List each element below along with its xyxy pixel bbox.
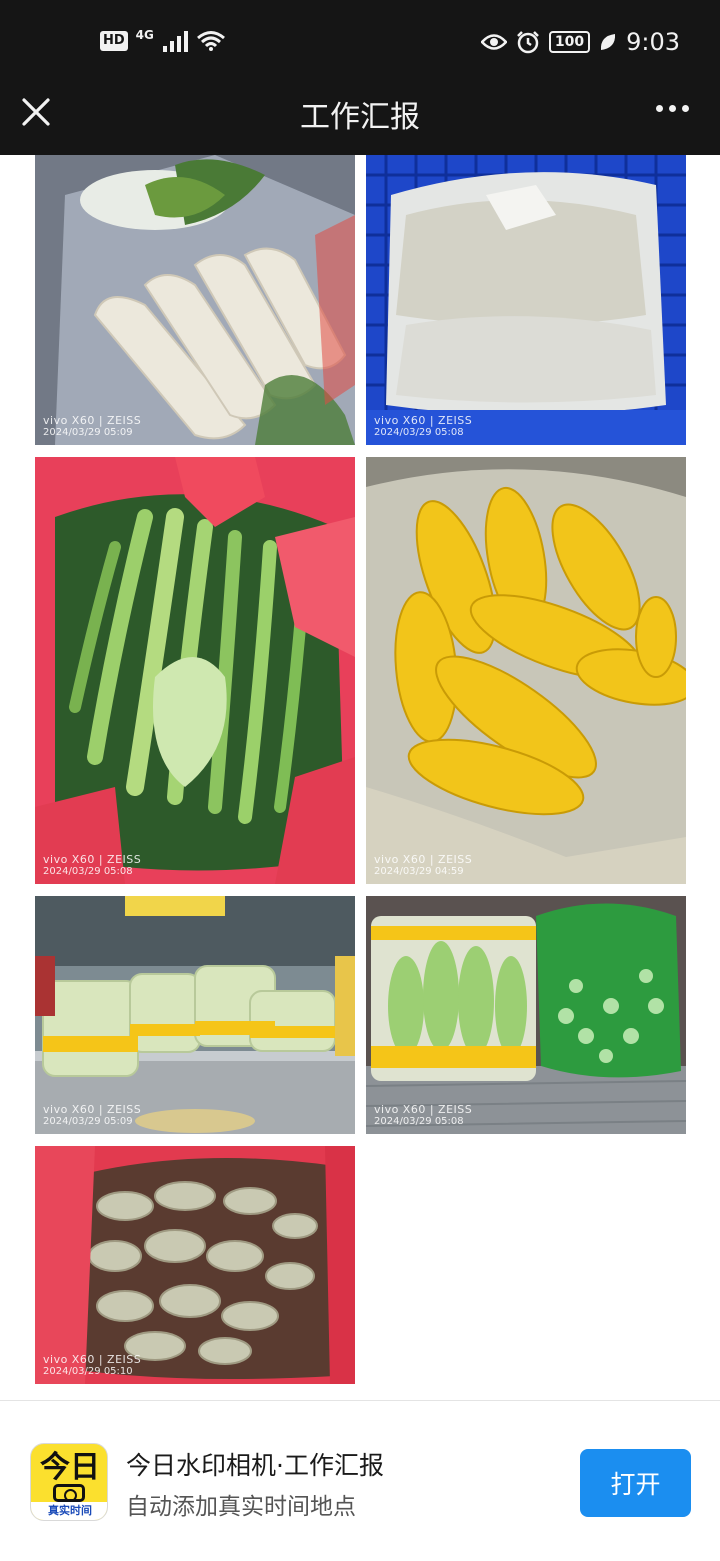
hd-badge: HD — [100, 31, 128, 51]
photo-crate[interactable]: vivo X60 | ZEISS 2024/03/29 05:08 — [366, 155, 686, 445]
watermark-date: 2024/03/29 05:08 — [374, 427, 464, 438]
watermark: vivo X60 | ZEISS 2024/03/29 05:09 — [43, 1104, 141, 1128]
app-icon[interactable]: 今日 真实时间 — [30, 1443, 108, 1521]
watermark: vivo X60 | ZEISS 2024/03/29 04:59 — [374, 854, 472, 878]
crate-image — [366, 155, 686, 445]
photo-grid: vivo X60 | ZEISS 2024/03/29 05:09 vivo X… — [0, 155, 720, 1400]
watermark: vivo X60 | ZEISS 2024/03/29 05:08 — [374, 1104, 472, 1128]
photo-celery[interactable]: vivo X60 | ZEISS 2024/03/29 05:08 — [35, 457, 355, 884]
status-right: 100 9:03 — [480, 26, 680, 58]
more-dot — [668, 104, 676, 112]
app-name: 今日水印相机·工作汇报 — [126, 1451, 384, 1480]
radish-image — [35, 155, 355, 445]
more-icon[interactable] — [654, 98, 690, 118]
app-description: 自动添加真实时间地点 — [126, 1494, 356, 1520]
watermark-camera: vivo X60 | ZEISS — [374, 853, 473, 866]
watermark: vivo X60 | ZEISS 2024/03/29 05:08 — [43, 854, 141, 878]
app-icon-strip: 真实时间 — [31, 1502, 107, 1520]
watermark-date: 2024/03/29 05:09 — [43, 427, 133, 438]
watermark-date: 2024/03/29 05:08 — [43, 866, 133, 877]
signal-icon — [162, 31, 188, 52]
more-dot — [655, 104, 663, 112]
page-title: 工作汇报 — [300, 100, 420, 135]
cabbage-image — [35, 896, 355, 1134]
photo-bok-choy[interactable]: vivo X60 | ZEISS 2024/03/29 05:08 — [366, 896, 686, 1134]
watermark-camera: vivo X60 | ZEISS — [374, 1103, 473, 1116]
status-left: HD 4G — [100, 28, 226, 54]
ginger-image — [35, 1146, 355, 1384]
top-navigation: 工作汇报 — [0, 82, 720, 155]
watermark: vivo X60 | ZEISS 2024/03/29 05:10 — [43, 1354, 141, 1378]
camera-icon — [53, 1484, 85, 1502]
alarm-icon — [516, 31, 539, 54]
wifi-icon — [196, 31, 225, 51]
watermark-date: 2024/03/29 05:09 — [43, 1116, 133, 1127]
network-type: 4G — [135, 28, 154, 42]
battery-icon: 100 — [548, 31, 591, 53]
eye-icon — [480, 34, 507, 50]
photo-ginger[interactable]: vivo X60 | ZEISS 2024/03/29 05:10 — [35, 1146, 355, 1384]
photo-cabbages[interactable]: vivo X60 | ZEISS 2024/03/29 05:09 — [35, 896, 355, 1134]
watermark: vivo X60 | ZEISS 2024/03/29 05:09 — [43, 415, 141, 439]
watermark-date: 2024/03/29 05:10 — [43, 1366, 133, 1377]
watermark: vivo X60 | ZEISS 2024/03/29 05:08 — [374, 415, 472, 439]
watermark-date: 2024/03/29 04:59 — [374, 866, 464, 877]
leaf-icon — [601, 34, 616, 50]
app-promo-bar: 今日 真实时间 今日水印相机·工作汇报 自动添加真实时间地点 打开 — [0, 1400, 720, 1561]
watermark-camera: vivo X60 | ZEISS — [43, 1353, 142, 1366]
corn-image — [366, 457, 686, 884]
open-button[interactable]: 打开 — [580, 1449, 691, 1517]
app-icon-text: 今日 — [40, 1450, 100, 1485]
watermark-camera: vivo X60 | ZEISS — [43, 414, 142, 427]
watermark-camera: vivo X60 | ZEISS — [43, 853, 142, 866]
photo-corn[interactable]: vivo X60 | ZEISS 2024/03/29 04:59 — [366, 457, 686, 884]
clock: 9:03 — [626, 28, 680, 56]
status-bar: HD 4G 100 9:03 — [0, 0, 720, 82]
watermark-camera: vivo X60 | ZEISS — [374, 414, 473, 427]
celery-image — [35, 457, 355, 884]
watermark-date: 2024/03/29 05:08 — [374, 1116, 464, 1127]
more-dot — [681, 104, 689, 112]
bok-choy-image — [366, 896, 686, 1134]
photo-radishes[interactable]: vivo X60 | ZEISS 2024/03/29 05:09 — [35, 155, 355, 445]
watermark-camera: vivo X60 | ZEISS — [43, 1103, 142, 1116]
